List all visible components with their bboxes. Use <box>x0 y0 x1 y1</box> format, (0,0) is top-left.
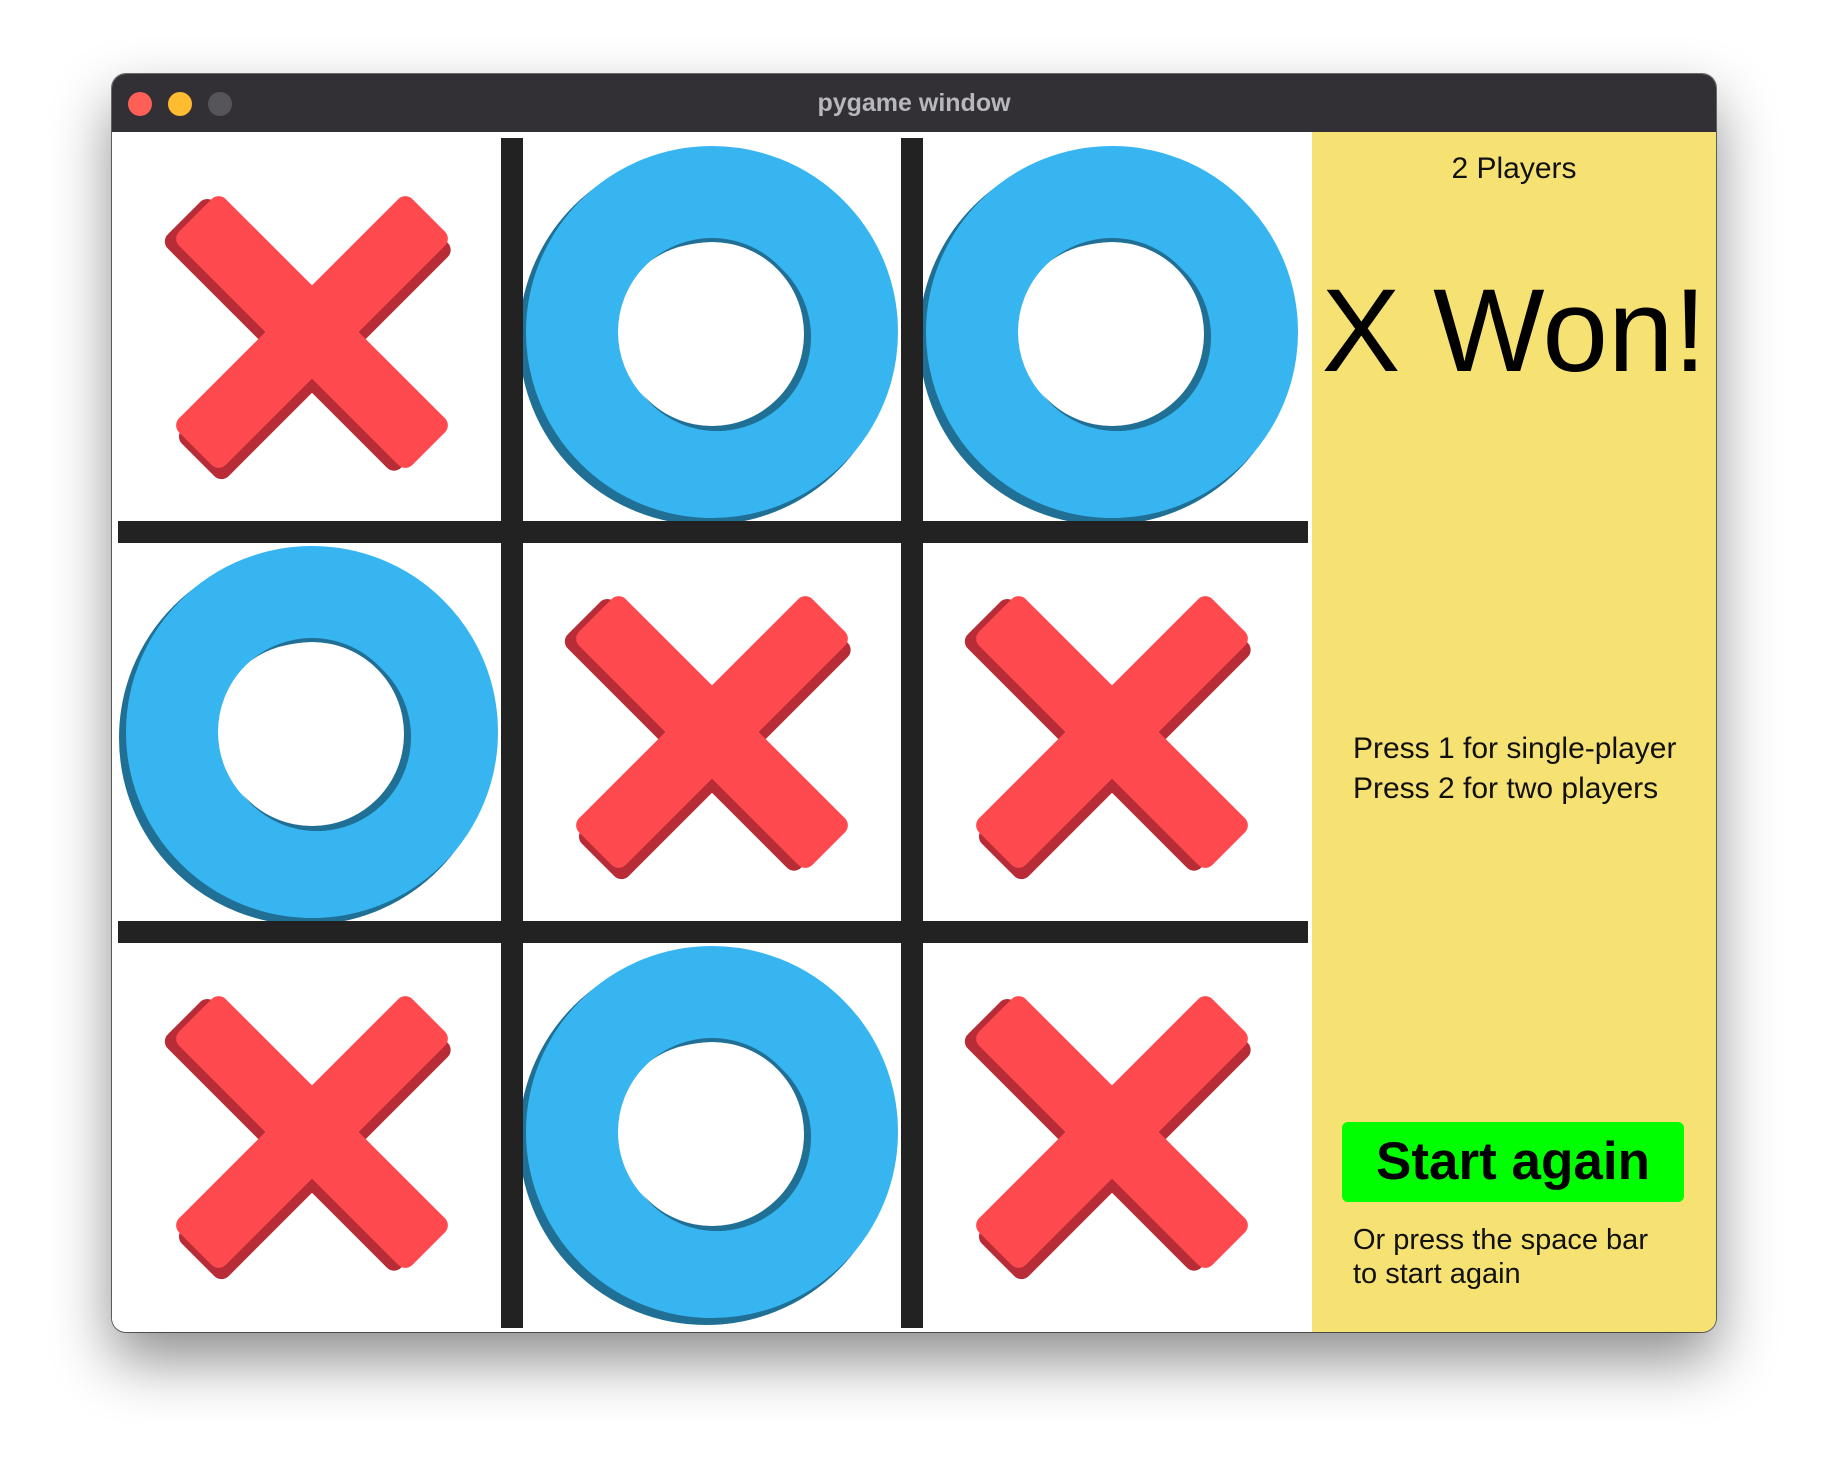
instruction-two-players: Press 2 for two players <box>1353 772 1659 805</box>
window-title: pygame window <box>817 89 1011 117</box>
pygame-window: pygame window 2 Players X Won! Press 1 f… <box>112 74 1716 1332</box>
grid-horizontal-line <box>118 521 1308 543</box>
cell-2-3 <box>964 596 1251 880</box>
title-bar[interactable]: pygame window <box>112 74 1716 132</box>
o-mark-hole <box>220 642 404 826</box>
cell-1-3 <box>919 146 1298 525</box>
grid-horizontal-line <box>118 921 1308 943</box>
grid-vertical-line <box>901 138 923 1328</box>
cell-1-2 <box>519 146 898 525</box>
game-board[interactable] <box>112 132 1312 1332</box>
cell-1-1 <box>164 196 451 480</box>
cell-3-1 <box>164 996 451 1280</box>
board-canvas <box>118 138 1308 1328</box>
space-bar-hint-continued: to start again <box>1353 1258 1521 1290</box>
o-mark-hole <box>1020 242 1204 426</box>
cell-3-2 <box>519 946 898 1325</box>
cell-2-1 <box>119 546 498 925</box>
side-panel: 2 Players X Won! Press 1 for single-play… <box>1312 132 1716 1332</box>
cell-3-3 <box>964 996 1251 1280</box>
cell-2-2 <box>564 596 851 880</box>
grid-vertical-line <box>501 138 523 1328</box>
start-again-button[interactable]: Start again <box>1342 1122 1684 1202</box>
o-mark-hole <box>620 242 804 426</box>
result-message: X Won! <box>1321 265 1707 397</box>
player-mode-label: 2 Players <box>1451 152 1577 185</box>
o-mark-hole <box>620 1042 804 1226</box>
game-content: 2 Players X Won! Press 1 for single-play… <box>112 132 1716 1332</box>
space-bar-hint: Or press the space bar <box>1353 1224 1648 1256</box>
instruction-single-player: Press 1 for single-player <box>1353 732 1677 765</box>
